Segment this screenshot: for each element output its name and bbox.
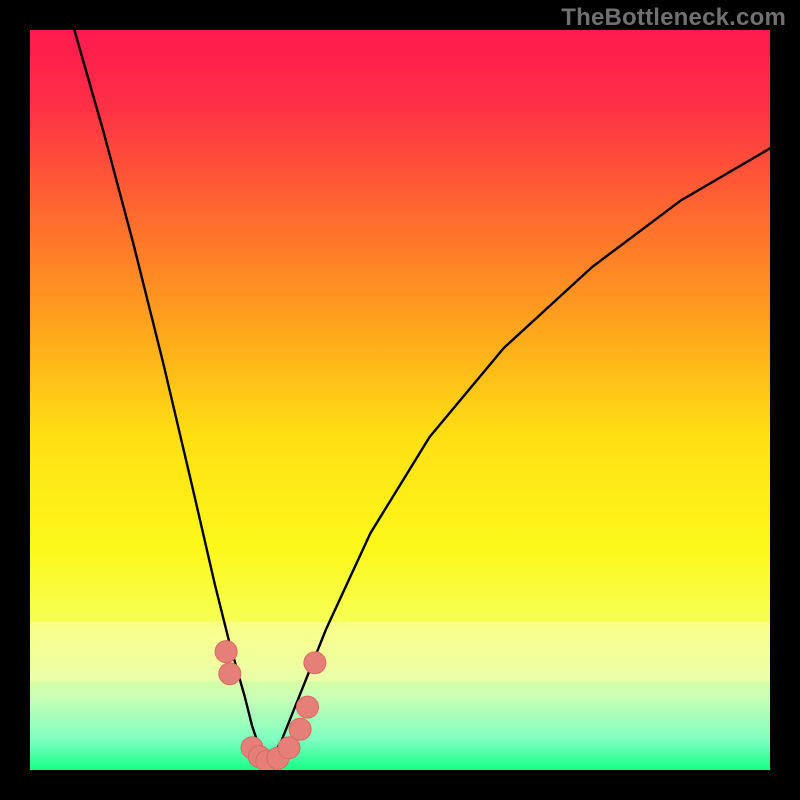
data-marker xyxy=(289,718,311,740)
watermark-text: TheBottleneck.com xyxy=(561,4,786,32)
data-marker xyxy=(304,652,326,674)
chart-svg xyxy=(30,30,770,770)
data-marker xyxy=(219,663,241,685)
outer-frame: TheBottleneck.com xyxy=(0,0,800,800)
data-marker xyxy=(215,641,237,663)
plot-area xyxy=(30,30,770,770)
whitish-band xyxy=(30,622,770,681)
data-marker xyxy=(297,696,319,718)
